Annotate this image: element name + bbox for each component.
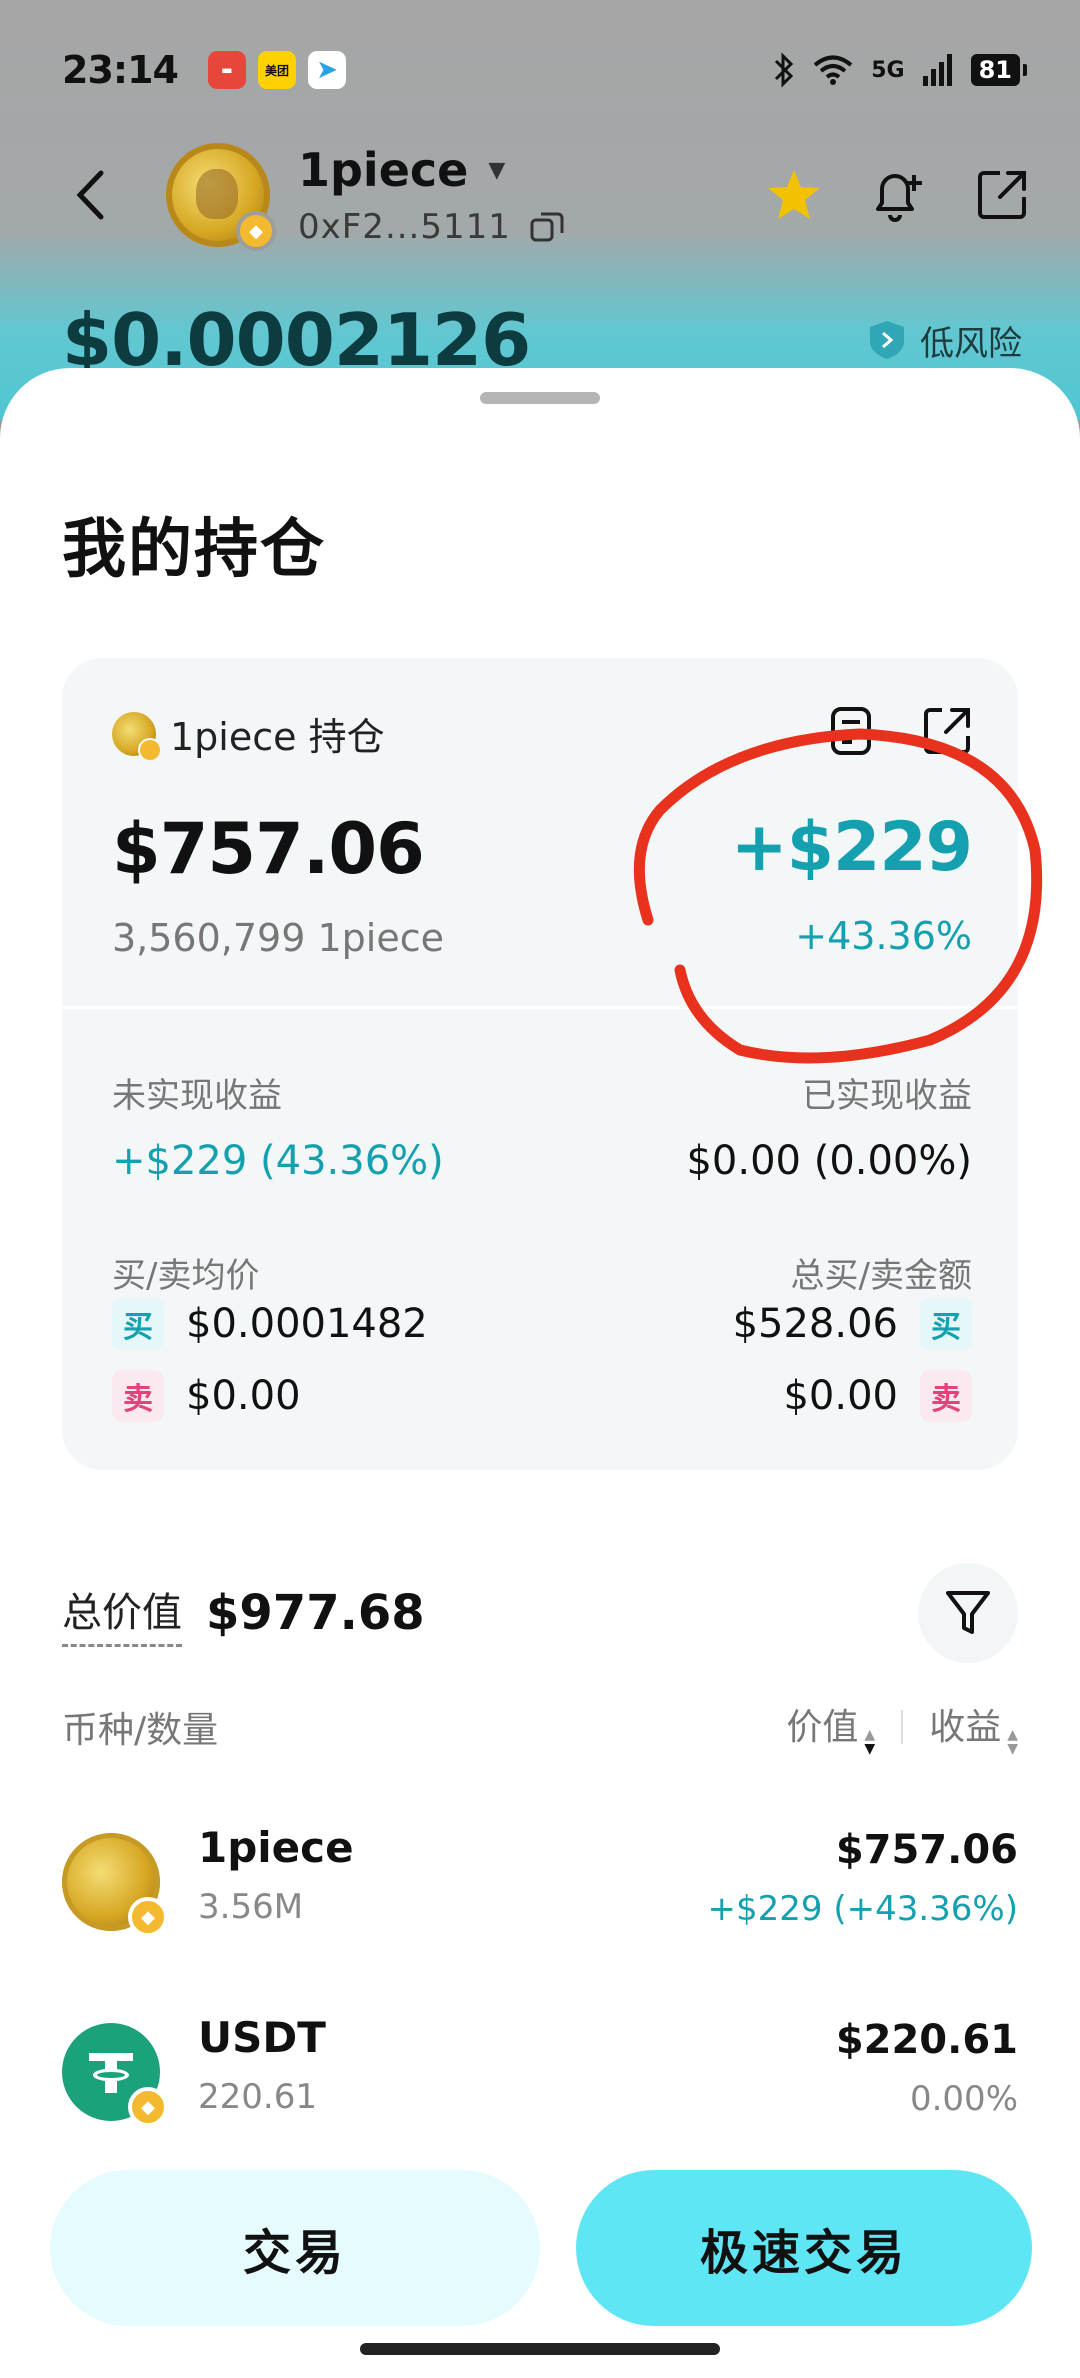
buy-tag: 买: [920, 1298, 972, 1350]
sort-icon: ▲ ▼: [1007, 1727, 1018, 1757]
token-name: 1piece: [298, 143, 469, 197]
usdt-logo: ◆: [62, 2023, 168, 2127]
ticket-app-icon: ▬: [207, 51, 246, 89]
asset-name: USDT: [198, 2013, 326, 2062]
status-time: 23:14: [62, 48, 179, 92]
back-button[interactable]: [60, 165, 120, 225]
token-mini-logo: [112, 711, 162, 762]
status-bar: 23:14 ▬ 美团 ➤ 5G 81: [0, 0, 1080, 140]
nav-actions: [766, 165, 1030, 225]
pnl-column-label: 收益: [929, 1707, 1002, 1748]
total-value-label[interactable]: 总价值: [62, 1580, 182, 1647]
total-sell-amount: $0.00: [783, 1373, 898, 1419]
asset-list-header: 币种/数量 价值 ▲ ▼ 收益 ▲ ▼: [62, 1698, 1018, 1756]
asset-pnl: 0.00%: [909, 2079, 1018, 2119]
wifi-icon: [813, 55, 853, 85]
total-value: $977.68: [206, 1585, 425, 1641]
total-buy-line: $528.06 买: [733, 1298, 972, 1350]
avg-buy-line: 买 $0.0001482: [112, 1298, 428, 1350]
avg-sell-line: 卖 $0.00: [112, 1370, 301, 1422]
trade-button[interactable]: 交易: [50, 2170, 540, 2326]
total-buy-amount: $528.06: [732, 1301, 898, 1347]
asset-name: 1piece: [198, 1823, 354, 1872]
card-header: 1piece 持仓: [112, 706, 385, 762]
top-nav: ◆ 1piece ▼ 0xF2...5111: [0, 130, 1080, 260]
chevron-left-icon: [76, 170, 104, 220]
filter-button[interactable]: [918, 1563, 1018, 1663]
star-icon[interactable]: [766, 168, 822, 222]
sell-tag: 卖: [920, 1370, 972, 1422]
signal-icon: [922, 54, 952, 86]
bluetooth-icon: [775, 52, 794, 88]
holding-quantity: 3,560,799 1piece: [112, 916, 444, 960]
sort-by-pnl[interactable]: 收益 ▲ ▼: [929, 1698, 1018, 1756]
asset-pnl: +$229 (+43.36%): [707, 1889, 1018, 1929]
share-icon[interactable]: [974, 167, 1030, 223]
background-page: 23:14 ▬ 美团 ➤ 5G 81 ◆ 1piece ▼ 0xF2...5111: [0, 0, 1080, 420]
bnb-chain-icon: ◆: [236, 211, 276, 251]
token-address: 0xF2...5111: [298, 207, 511, 247]
copy-icon[interactable]: [529, 209, 565, 245]
caret-down-icon: ▼: [488, 157, 506, 183]
total-sell-line: $0.00 卖: [783, 1370, 972, 1422]
asset-value: $757.06: [835, 1827, 1018, 1873]
total-amount-label: 总买/卖金额: [790, 1256, 972, 1296]
sheet-title: 我的持仓: [62, 513, 326, 587]
bnb-chain-icon: [138, 737, 162, 762]
token-logo: ◆: [62, 1833, 168, 1937]
asset-quantity: 3.56M: [198, 1887, 304, 1927]
network-type: 5G: [871, 57, 905, 83]
asset-value: $220.61: [835, 2017, 1018, 2063]
value-column-label: 价值: [786, 1707, 859, 1748]
buy-tag: 买: [112, 1298, 164, 1350]
notification-apps: ▬ 美团 ➤: [207, 51, 346, 89]
telegram-app-icon: ➤: [307, 51, 346, 89]
sheet-grabber[interactable]: [480, 392, 600, 404]
home-indicator[interactable]: [360, 2343, 720, 2355]
avg-price-label: 买/卖均价: [112, 1256, 260, 1296]
asset-row-usdt[interactable]: ◆ USDT 220.61 $220.61 0.00%: [62, 2013, 1018, 2153]
avg-sell-price: $0.00: [186, 1373, 301, 1419]
holding-value: $757.06: [112, 808, 425, 890]
realized-label: 已实现收益: [802, 1076, 972, 1116]
battery-indicator: 81: [970, 54, 1028, 86]
holdings-sheet: 我的持仓 1piece 持仓 $757.06 3,560,799 1piece …: [0, 368, 1080, 2378]
sell-tag: 卖: [112, 1370, 164, 1422]
card-title: 1piece 持仓: [170, 715, 385, 759]
unrealized-value: +$229 (43.36%): [112, 1138, 444, 1184]
filter-icon: [946, 1591, 990, 1634]
annotation-circle: [633, 728, 1043, 1064]
risk-badge[interactable]: 低风险: [868, 316, 1022, 365]
realized-value: $0.00 (0.00%): [686, 1138, 972, 1184]
sort-by-value[interactable]: 价值 ▲ ▼: [786, 1698, 875, 1756]
tether-icon: [89, 2053, 133, 2093]
asset-row-1piece[interactable]: ◆ 1piece 3.56M $757.06 +$229 (+43.36%): [62, 1823, 1018, 1963]
total-value-row: 总价值 $977.68: [62, 1563, 1018, 1663]
fast-trade-button[interactable]: 极速交易: [576, 2170, 1032, 2326]
risk-label: 低风险: [920, 323, 1022, 364]
avg-buy-price: $0.0001482: [186, 1301, 428, 1347]
asset-column-label: 币种/数量: [62, 1710, 219, 1751]
meituan-app-icon: 美团: [257, 51, 296, 89]
unrealized-label: 未实现收益: [112, 1076, 282, 1116]
bnb-chain-icon: ◆: [128, 2087, 168, 2127]
bell-add-icon[interactable]: [868, 165, 928, 225]
token-logo: ◆: [166, 143, 276, 251]
asset-quantity: 220.61: [198, 2077, 317, 2117]
shield-icon: [870, 321, 904, 359]
sort-icon: ▲ ▼: [864, 1727, 876, 1757]
bnb-chain-icon: ◆: [128, 1897, 168, 1937]
token-title-block[interactable]: 1piece ▼ 0xF2...5111: [298, 143, 565, 247]
status-indicators: 5G 81: [773, 52, 1028, 88]
